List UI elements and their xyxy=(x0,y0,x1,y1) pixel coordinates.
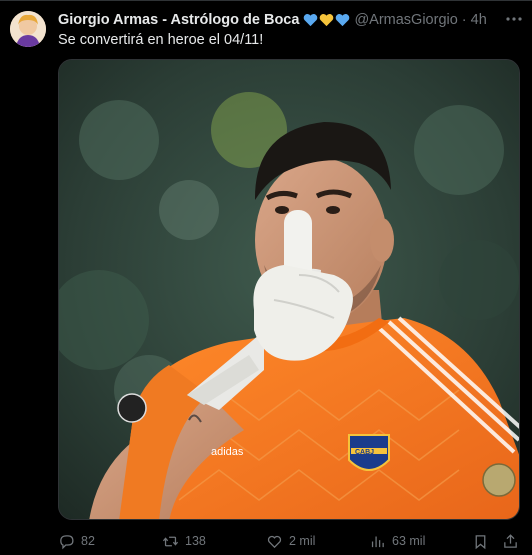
blue-heart-icon xyxy=(304,14,318,27)
retweet-icon xyxy=(162,536,179,546)
like-count: 2 mil xyxy=(289,534,316,548)
views-button[interactable]: 63 mil xyxy=(369,529,425,553)
more-dots-icon xyxy=(506,17,522,21)
author-handle[interactable]: @ArmasGiorgio xyxy=(354,12,457,28)
tweet-timestamp[interactable]: 4h xyxy=(471,12,487,28)
avatar[interactable] xyxy=(10,11,46,47)
share-icon xyxy=(504,533,517,548)
more-options-button[interactable] xyxy=(504,9,524,29)
header-separator: · xyxy=(461,12,467,28)
blue-heart-icon xyxy=(336,14,350,27)
tweet-header: Giorgio Armas - Astrólogo de Boca @Armas… xyxy=(58,10,524,30)
glove-brand: adidas xyxy=(211,446,244,458)
view-count: 63 mil xyxy=(392,534,426,548)
tweet-media[interactable]: adidas CABJ xyxy=(58,59,520,520)
bookmark-button[interactable] xyxy=(472,529,489,553)
retweet-button[interactable]: 138 xyxy=(162,529,206,553)
badge-text: CABJ xyxy=(355,449,374,456)
tweet-text: Se convertirá en heroe el 04/11! xyxy=(58,32,264,48)
share-button[interactable] xyxy=(502,529,519,553)
bookmark-icon xyxy=(475,534,486,549)
avatar-image xyxy=(10,11,46,47)
club-badge: CABJ xyxy=(348,434,390,471)
tweet-actions: 82 138 2 mil 63 mil xyxy=(58,529,526,553)
tweet: Giorgio Armas - Astrólogo de Boca @Armas… xyxy=(0,0,532,555)
views-chart-icon xyxy=(371,536,384,547)
like-button[interactable]: 2 mil xyxy=(266,529,315,553)
retweet-count: 138 xyxy=(185,534,206,548)
goalkeeper-photo: adidas CABJ xyxy=(59,60,519,519)
author-emojis xyxy=(303,13,350,27)
yellow-heart-icon xyxy=(320,14,334,27)
reply-button[interactable]: 82 xyxy=(58,529,95,553)
reply-icon xyxy=(60,534,74,549)
heart-icon xyxy=(267,535,282,548)
reply-count: 82 xyxy=(81,534,95,548)
author-name[interactable]: Giorgio Armas - Astrólogo de Boca xyxy=(58,12,299,28)
